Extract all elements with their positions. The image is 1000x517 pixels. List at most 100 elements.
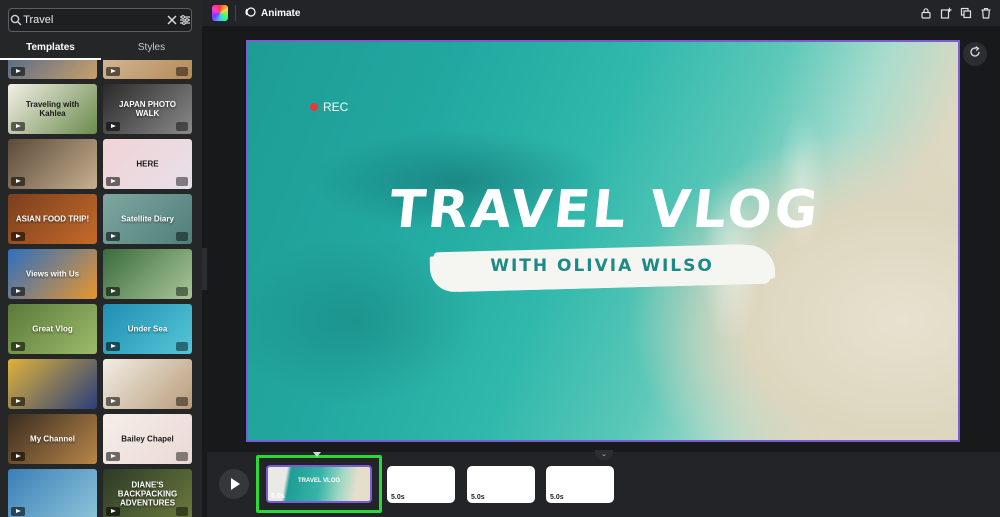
template-thumbnail[interactable]: My Channel <box>8 414 97 464</box>
play-icon <box>11 67 25 76</box>
tab-styles[interactable]: Styles <box>101 38 202 60</box>
crown-icon <box>176 452 188 461</box>
crown-icon <box>176 67 188 76</box>
playhead-marker <box>313 452 321 457</box>
play-icon <box>11 342 25 351</box>
crown-icon <box>176 177 188 186</box>
clear-search-icon[interactable] <box>165 10 178 30</box>
scene-duration: 5.0s <box>550 494 564 501</box>
trash-icon[interactable] <box>978 5 994 21</box>
toolbar-divider <box>235 5 236 21</box>
filter-icon[interactable] <box>178 10 191 30</box>
template-thumbnail[interactable] <box>103 249 192 299</box>
scene-1[interactable]: TRAVEL VLOG 5.0s <box>256 452 382 513</box>
play-icon <box>11 177 25 186</box>
search-icon <box>9 14 23 26</box>
animate-label: Animate <box>261 8 301 19</box>
design-canvas[interactable]: REC TRAVEL VLOG WITH OLIVIA WILSO <box>246 40 960 442</box>
crown-icon <box>176 397 188 406</box>
template-title: ASIAN FOOD TRIP! <box>15 214 90 224</box>
scene-4[interactable]: 5.0s <box>546 466 614 503</box>
add-page-icon[interactable] <box>938 5 954 21</box>
play-icon <box>106 177 120 186</box>
animate-icon <box>244 6 256 21</box>
timeline-panel: ⌄ TRAVEL VLOG 5.0s 5.0s 5.0s 5.0s <box>207 450 1000 517</box>
crown-icon <box>176 122 188 131</box>
search-bar <box>8 8 192 32</box>
template-title: Traveling with Kahlea <box>25 100 80 118</box>
duplicate-icon[interactable] <box>958 5 974 21</box>
panel-tabs: Templates Styles <box>0 38 202 60</box>
play-icon <box>11 232 25 241</box>
animate-button[interactable]: Animate <box>244 6 300 21</box>
template-title: JAPAN PHOTO WALK <box>118 100 177 118</box>
play-icon <box>106 342 120 351</box>
top-toolbar: Animate <box>202 0 1000 26</box>
template-title: HERE <box>136 159 159 169</box>
template-thumbnail[interactable] <box>103 60 192 79</box>
play-icon <box>11 507 25 516</box>
play-icon <box>106 122 120 131</box>
crown-icon <box>176 287 188 296</box>
scene-1-mini-title: TRAVEL VLOG <box>297 478 341 484</box>
template-title: Under Sea <box>127 324 168 334</box>
template-thumbnail[interactable]: Bailey Chapel <box>103 414 192 464</box>
canvas-subtitle[interactable]: WITH OLIVIA WILSO <box>434 256 770 276</box>
template-thumbnail[interactable] <box>8 359 97 409</box>
play-icon <box>106 452 120 461</box>
template-thumbnail[interactable]: JAPAN PHOTO WALK <box>103 84 192 134</box>
play-icon <box>11 122 25 131</box>
template-title: Views with Us <box>25 269 80 279</box>
refresh-button[interactable] <box>963 42 987 66</box>
rec-indicator[interactable]: REC <box>310 100 348 114</box>
play-icon <box>11 287 25 296</box>
template-thumbnail[interactable]: Great Vlog <box>8 304 97 354</box>
template-grid: Traveling with Kahlea JAPAN PHOTO WALK HER… <box>8 60 194 517</box>
play-icon <box>106 507 120 516</box>
play-icon <box>106 397 120 406</box>
crown-icon <box>176 342 188 351</box>
chevron-down-icon[interactable]: ⌄ <box>595 450 613 460</box>
editor-app: Templates Styles Traveling with Kahlea JA… <box>0 0 1000 517</box>
refresh-icon <box>969 45 981 63</box>
play-button[interactable] <box>219 469 249 499</box>
template-thumbnail[interactable] <box>103 359 192 409</box>
canvas-title[interactable]: TRAVEL VLOG <box>248 180 958 240</box>
template-title: Satellite Diary <box>121 214 174 224</box>
template-title: DIANE'S BACKPACKING ADVENTURES <box>117 480 178 508</box>
template-thumbnail[interactable]: Traveling with Kahlea <box>8 84 97 134</box>
template-title: My Channel <box>30 434 75 444</box>
element-actions <box>918 5 994 21</box>
template-thumbnail[interactable]: ASIAN FOOD TRIP! <box>8 194 97 244</box>
lock-icon[interactable] <box>918 5 934 21</box>
play-icon <box>106 232 120 241</box>
scene-2[interactable]: 5.0s <box>387 466 455 503</box>
templates-panel: Templates Styles Traveling with Kahlea JA… <box>0 0 202 517</box>
template-thumbnail[interactable]: DIANE'S BACKPACKING ADVENTURES <box>103 469 192 517</box>
template-thumbnail[interactable]: HERE <box>103 139 192 189</box>
rec-label: REC <box>323 100 349 114</box>
play-icon <box>11 452 25 461</box>
scene-duration: 5.0s <box>471 494 485 501</box>
template-thumbnail[interactable]: Under Sea <box>103 304 192 354</box>
template-list: Traveling with Kahlea JAPAN PHOTO WALK HER… <box>8 60 194 517</box>
color-picker-button[interactable] <box>212 5 228 21</box>
crown-icon <box>176 507 188 516</box>
template-title: Great Vlog <box>32 324 73 334</box>
scene-1-thumbnail: TRAVEL VLOG 5.0s <box>266 465 372 503</box>
scene-3[interactable]: 5.0s <box>467 466 535 503</box>
search-input[interactable] <box>23 14 166 26</box>
template-thumbnail[interactable] <box>8 469 97 517</box>
crown-icon <box>176 232 188 241</box>
play-icon <box>106 287 120 296</box>
template-thumbnail[interactable]: Views with Us <box>8 249 97 299</box>
template-thumbnail[interactable] <box>8 139 97 189</box>
template-thumbnail[interactable]: Satellite Diary <box>103 194 192 244</box>
rec-dot-icon <box>310 103 318 111</box>
template-title: Bailey Chapel <box>121 434 174 444</box>
template-thumbnail[interactable] <box>8 60 97 79</box>
play-icon <box>106 67 120 76</box>
tab-templates[interactable]: Templates <box>0 38 101 60</box>
scene-duration: 5.0s <box>271 493 285 500</box>
scene-duration: 5.0s <box>391 494 405 501</box>
